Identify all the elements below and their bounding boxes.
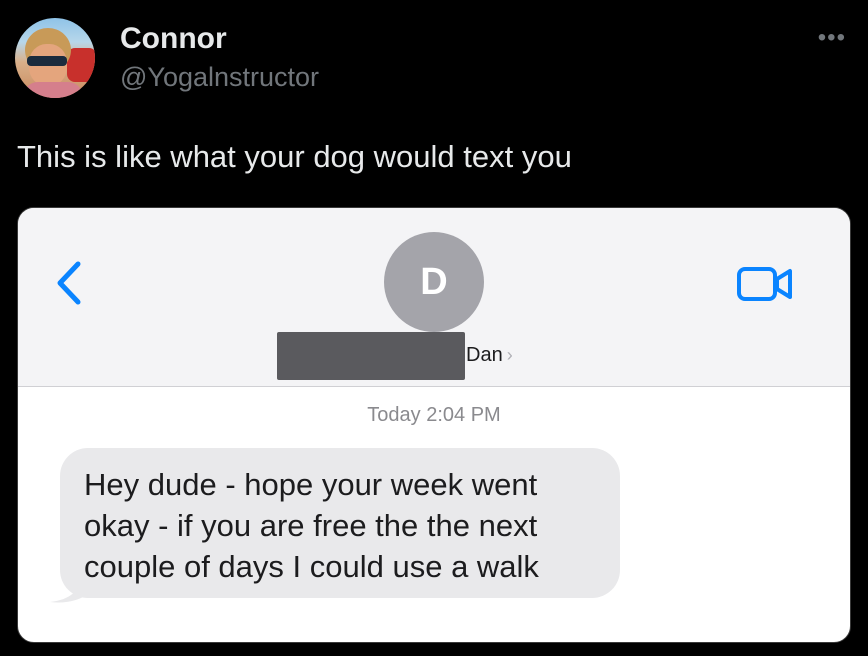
bubble-tail <box>50 576 88 603</box>
author-handle[interactable]: @Yogalnstructor <box>120 62 319 93</box>
author-name[interactable]: Connor <box>120 22 227 56</box>
contact-name: Dan <box>466 344 503 366</box>
message-bubble: Hey dude - hope your week went okay - if… <box>60 448 620 598</box>
author-avatar[interactable] <box>15 18 95 98</box>
contact-name-row: Dan › <box>466 344 513 367</box>
redacted-block <box>277 332 465 380</box>
message-line: couple of days I could use a walk <box>84 549 539 584</box>
tweet-media-image[interactable]: D Dan › Today 2:04 PM Hey dude - hope you… <box>17 207 851 643</box>
contact-avatar: D <box>384 232 484 332</box>
back-chevron-icon <box>57 261 81 305</box>
messages-header: D Dan › <box>18 208 850 387</box>
avatar-background-vehicle <box>67 48 95 82</box>
more-horizontal-icon[interactable]: ••• <box>818 24 846 52</box>
chevron-right-icon: › <box>506 345 513 365</box>
message-line: Hey dude - hope your week went <box>84 467 538 502</box>
video-camera-icon <box>737 267 792 301</box>
message-timestamp: Today 2:04 PM <box>367 404 501 426</box>
avatar-sunglasses <box>27 56 67 66</box>
message-line: okay - if you are free the the next <box>84 508 538 543</box>
tweet-text: This is like what your dog would text yo… <box>17 139 572 174</box>
avatar-shirt <box>23 82 83 98</box>
